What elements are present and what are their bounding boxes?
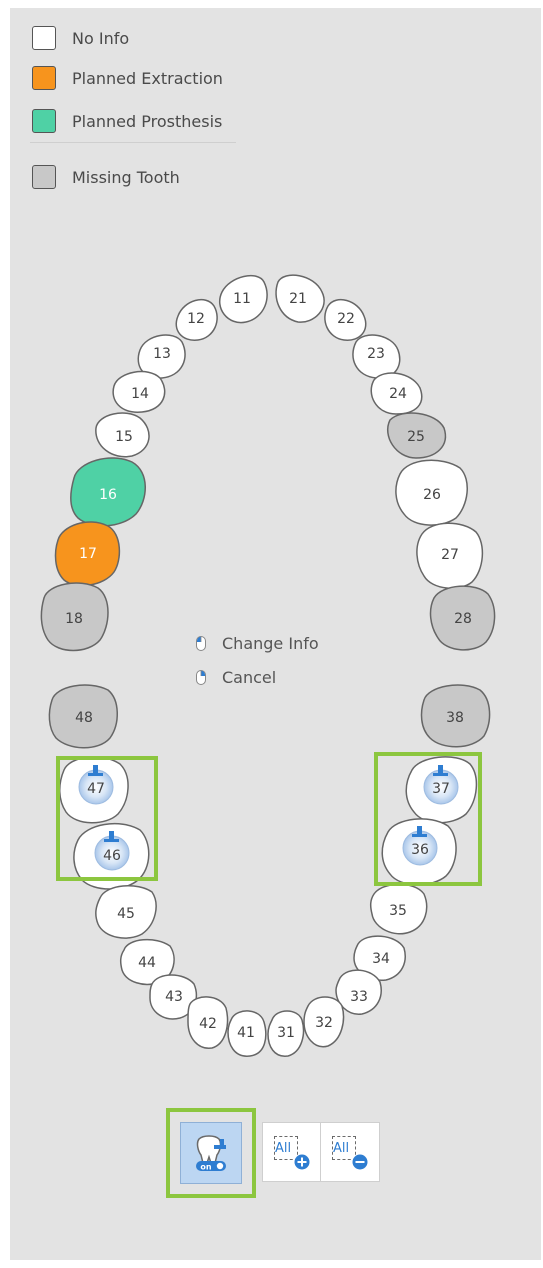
add-all-button[interactable]: All: [262, 1122, 322, 1182]
tooth-number: 22: [337, 311, 355, 327]
tooth-24[interactable]: 24: [370, 372, 423, 415]
tooth-23[interactable]: 23: [352, 334, 401, 379]
tooth-number: 48: [75, 710, 93, 726]
tooth-number: 11: [233, 291, 251, 307]
tooth-number: 37: [432, 781, 450, 797]
tooth-number: 33: [350, 989, 368, 1005]
tooth-number: 28: [454, 611, 472, 627]
tooth-number: 15: [115, 429, 133, 445]
tooth-number: 32: [315, 1015, 333, 1031]
tooth-45[interactable]: 45: [95, 885, 157, 939]
mouse-right-click-icon: [196, 670, 206, 685]
tooth-11[interactable]: 11: [219, 274, 268, 324]
tooth-number: 18: [65, 611, 83, 627]
tooth-implant-toggle-icon: on: [196, 1135, 226, 1172]
implant-mode-toggle-button[interactable]: on: [180, 1122, 242, 1184]
remove-all-label: All: [333, 1141, 350, 1156]
tooth-17[interactable]: 17: [54, 521, 121, 587]
tooth-22[interactable]: 22: [324, 298, 367, 341]
tooth-21[interactable]: 21: [275, 274, 325, 323]
tooth-15[interactable]: 15: [95, 412, 150, 458]
tooth-number: 45: [117, 906, 135, 922]
tooth-28[interactable]: 28: [429, 585, 496, 651]
tooth-number: 14: [131, 386, 149, 402]
plus-circle-icon: [294, 1154, 310, 1170]
tooth-25[interactable]: 25: [387, 412, 447, 459]
tooth-number: 46: [103, 848, 121, 864]
tooth-number: 34: [372, 951, 390, 967]
hint-label: Cancel: [222, 668, 277, 687]
tooth-37[interactable]: 37: [405, 756, 478, 824]
tooth-number: 41: [237, 1025, 255, 1041]
tooth-number: 17: [79, 546, 97, 562]
tooth-48[interactable]: 48: [48, 684, 118, 749]
tooth-number: 21: [289, 291, 307, 307]
minus-circle-icon: [352, 1154, 368, 1170]
tooth-12[interactable]: 12: [175, 298, 218, 341]
tooth-46[interactable]: 46: [73, 822, 150, 890]
tooth-number: 35: [389, 903, 407, 919]
tooth-42[interactable]: 42: [187, 996, 229, 1049]
tooth-number: 47: [87, 781, 105, 797]
tooth-number: 12: [187, 311, 205, 327]
tooth-number: 13: [153, 346, 171, 362]
hint-label: Change Info: [222, 634, 319, 653]
tooth-36[interactable]: 36: [381, 818, 457, 886]
tooth-32[interactable]: 32: [303, 996, 345, 1048]
tooth-number: 31: [277, 1025, 295, 1041]
tooth-38[interactable]: 38: [420, 684, 491, 748]
toggle-badge: on: [200, 1163, 211, 1172]
tooth-26[interactable]: 26: [395, 459, 468, 526]
tooth-number: 43: [165, 989, 183, 1005]
tooth-31[interactable]: 31: [267, 1010, 305, 1057]
tooth-number: 36: [411, 842, 429, 858]
tooth-number: 27: [441, 547, 459, 563]
tooth-number: 16: [99, 487, 117, 503]
mouse-left-click-icon: [196, 636, 206, 651]
tooth-number: 23: [367, 346, 385, 362]
tooth-35[interactable]: 35: [369, 883, 428, 935]
hint-change-info: Change Info: [196, 634, 319, 653]
tooth-27[interactable]: 27: [416, 522, 484, 589]
tooth-number: 42: [199, 1016, 217, 1032]
tooth-number: 26: [423, 487, 441, 503]
tooth-number: 24: [389, 386, 407, 402]
tooth-47[interactable]: 47: [59, 756, 129, 824]
hint-cancel: Cancel: [196, 668, 276, 687]
tooth-16[interactable]: 16: [70, 457, 146, 527]
tooth-18[interactable]: 18: [40, 582, 109, 652]
tooth-number: 38: [446, 710, 464, 726]
tooth-number: 44: [138, 955, 156, 971]
tooth-14[interactable]: 14: [112, 370, 166, 413]
add-all-label: All: [275, 1141, 292, 1156]
remove-all-button[interactable]: All: [320, 1122, 380, 1182]
tooth-41[interactable]: 41: [227, 1010, 267, 1057]
tooth-number: 25: [407, 429, 425, 445]
